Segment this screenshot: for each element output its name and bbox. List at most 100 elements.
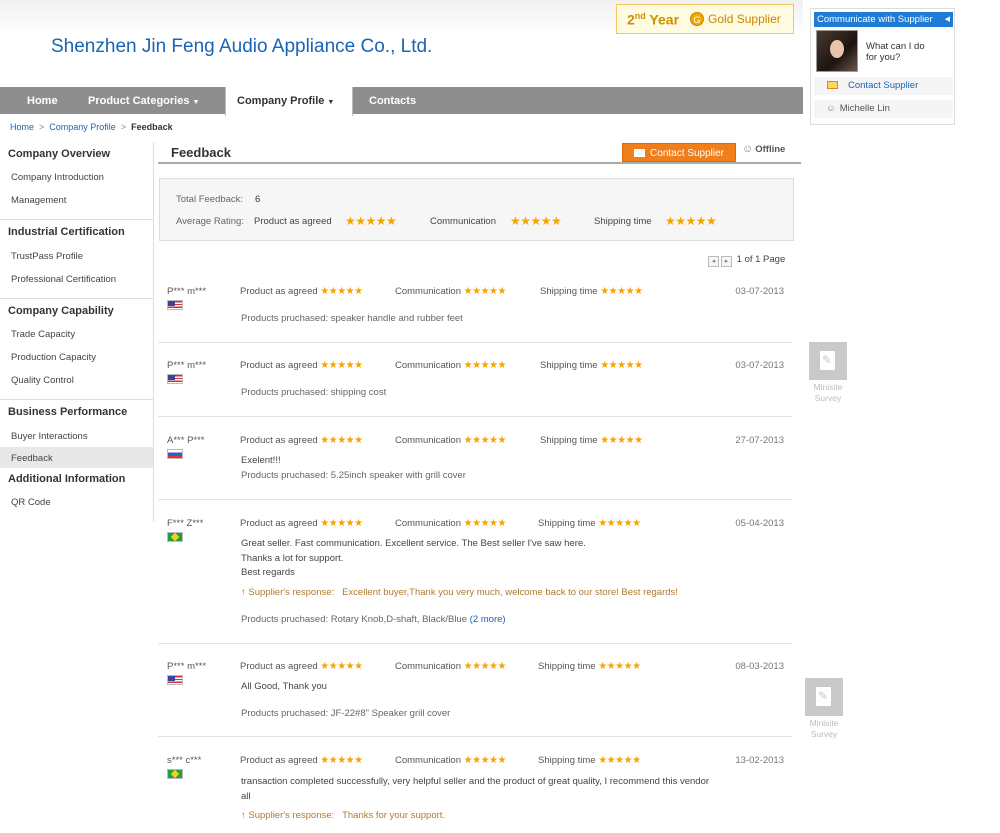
total-feedback-label: Total Feedback: xyxy=(176,194,244,205)
communication-rating-stars: ★★★★★ xyxy=(463,286,507,297)
shipping-time-label: Shipping time xyxy=(538,755,596,766)
supplier-response-label: Supplier's response: xyxy=(248,587,335,598)
communication-rating-stars: ★★★★★ xyxy=(463,755,507,766)
products-purchased: Products pruchased: Rotary Knob,D-shaft,… xyxy=(241,614,506,625)
minisite-survey-widget[interactable]: MinisiteSurvey xyxy=(808,342,848,404)
shipping-rating-stars: ★★★★★ xyxy=(600,435,643,446)
minisite-survey-widget[interactable]: MinisiteSurvey xyxy=(804,678,844,740)
contact-person[interactable]: ☺ Michelle Lin xyxy=(814,100,953,118)
chevron-down-icon: ▼ xyxy=(192,99,200,106)
sidebar-item-quality-control[interactable]: Quality Control xyxy=(11,375,74,386)
product-as-agreed-label: Product as agreed xyxy=(240,755,318,766)
sidebar-heading-business-performance[interactable]: Business Performance xyxy=(8,406,127,418)
review-text: All Good, Thank you xyxy=(241,681,327,692)
communicate-header[interactable]: Communicate with Supplier ◀ xyxy=(814,12,953,27)
collapse-arrow-icon: ◀ xyxy=(944,16,950,23)
page-indicator: 1 of 1 Page xyxy=(736,254,786,265)
review-item: P*** m*** Product as agreed ★★★★★ Commun… xyxy=(158,661,792,737)
product-rating-stars: ★★★★★ xyxy=(320,435,363,446)
nav-home[interactable]: Home xyxy=(27,87,58,114)
reviewer-name: F*** Z*** xyxy=(167,518,204,529)
shipping-time-label: Shipping time xyxy=(540,360,598,371)
shipping-rating-stars: ★★★★★ xyxy=(598,661,641,672)
supplier-response: ↑ Supplier's response: Thanks for your s… xyxy=(241,810,445,821)
supplier-response: ↑ Supplier's response: Excellent buyer,T… xyxy=(241,587,678,598)
survey-label: Minisite Survey xyxy=(813,382,843,403)
sidebar-item-professional-certification[interactable]: Professional Certification xyxy=(11,274,116,285)
breadcrumb-separator: > xyxy=(120,122,127,132)
product-rating-stars: ★★★★★ xyxy=(320,286,363,297)
sidebar-item-trustpass-profile[interactable]: TrustPass Profile xyxy=(11,251,83,262)
sidebar-heading-company-capability[interactable]: Company Capability xyxy=(8,305,114,317)
envelope-icon xyxy=(634,149,646,157)
products-purchased-text: Products pruchased: Rotary Knob,D-shaft,… xyxy=(241,614,468,625)
breadcrumb-home[interactable]: Home xyxy=(10,122,34,132)
communication-label: Communication xyxy=(395,435,461,446)
reviewer-name: A*** P*** xyxy=(167,435,205,446)
supplier-response-text: Excellent buyer,Thank you very much, wel… xyxy=(342,587,678,598)
sidebar-item-production-capacity[interactable]: Production Capacity xyxy=(11,352,96,363)
membership-years: 2nd Year xyxy=(627,10,680,28)
survey-icon xyxy=(805,678,843,716)
nav-product-categories[interactable]: Product Categories ▼ xyxy=(88,87,199,114)
breadcrumb-current: Feedback xyxy=(131,122,173,132)
sidebar-item-qr-code[interactable]: QR Code xyxy=(11,497,51,508)
product-rating-stars: ★★★★★ xyxy=(320,518,363,529)
sidebar-border xyxy=(153,142,154,522)
sidebar-item-feedback[interactable]: Feedback xyxy=(11,453,53,464)
sidebar-item-buyer-interactions[interactable]: Buyer Interactions xyxy=(11,431,88,442)
shipping-time-label: Shipping time xyxy=(540,286,598,297)
gold-supplier-badge[interactable]: 2nd Year G Gold Supplier xyxy=(616,4,794,34)
communication-label: Communication xyxy=(395,360,461,371)
nav-contacts[interactable]: Contacts xyxy=(369,87,416,114)
communication-label: Communication xyxy=(430,216,496,227)
flag-us-icon xyxy=(167,374,183,384)
communication-label: Communication xyxy=(395,286,461,297)
review-date: 13-02-2013 xyxy=(735,755,784,766)
review-date: 05-04-2013 xyxy=(735,518,784,529)
reviewer-name: P*** m*** xyxy=(167,360,207,371)
product-as-agreed-label: Product as agreed xyxy=(240,518,318,529)
sidebar-item-company-introduction[interactable]: Company Introduction xyxy=(11,172,104,183)
prev-page-button[interactable]: ◂ xyxy=(708,256,719,267)
breadcrumb-company-profile[interactable]: Company Profile xyxy=(49,122,116,132)
review-item: P*** m*** Product as agreed ★★★★★ Commun… xyxy=(158,360,792,417)
chevron-down-icon: ▼ xyxy=(327,99,335,106)
review-date: 03-07-2013 xyxy=(735,360,784,371)
feedback-summary: Total Feedback: 6 Average Rating: Produc… xyxy=(159,178,794,241)
review-text-line: Best regards xyxy=(241,567,295,578)
sidebar-item-management[interactable]: Management xyxy=(11,195,66,206)
supplier-response-label: Supplier's response: xyxy=(248,810,335,821)
review-text-line: Thanks a lot for support. xyxy=(241,552,344,564)
product-rating-stars: ★★★★★ xyxy=(320,360,363,371)
review-text: Exelent!!! xyxy=(241,455,281,466)
online-status[interactable]: ☺ Offline xyxy=(742,143,785,155)
average-rating-label: Average Rating: xyxy=(176,216,244,227)
communication-label: Communication xyxy=(395,661,461,672)
nav-company-profile[interactable]: Company Profile ▼ xyxy=(225,87,353,116)
products-purchased: Products pruchased: speaker handle and r… xyxy=(241,313,463,324)
sidebar-heading-company-overview[interactable]: Company Overview xyxy=(8,148,110,160)
communication-rating-stars: ★★★★★ xyxy=(463,518,507,529)
envelope-icon xyxy=(827,81,838,89)
communication-label: Communication xyxy=(395,755,461,766)
survey-label: Minisite Survey xyxy=(809,718,839,739)
flag-br-icon xyxy=(167,769,183,779)
communication-rating-stars: ★★★★★ xyxy=(463,661,507,672)
next-page-button[interactable]: ▸ xyxy=(721,256,732,267)
company-name[interactable]: Shenzhen Jin Feng Audio Appliance Co., L… xyxy=(51,36,432,58)
more-products-link[interactable]: (2 more) xyxy=(470,614,506,625)
contact-supplier-button[interactable]: Contact Supplier xyxy=(622,143,736,162)
page: Shenzhen Jin Feng Audio Appliance Co., L… xyxy=(0,0,1000,833)
sidebar-item-trade-capacity[interactable]: Trade Capacity xyxy=(11,329,75,340)
review-text-line: all xyxy=(241,790,251,802)
shipping-rating-stars: ★★★★★ xyxy=(600,360,643,371)
shipping-time-label: Shipping time xyxy=(538,518,596,529)
review-item: s*** c*** Product as agreed ★★★★★ Commun… xyxy=(158,755,792,833)
products-purchased: Products pruchased: JF-22#8" Speaker gri… xyxy=(241,708,451,719)
product-as-agreed-label: Product as agreed xyxy=(240,286,318,297)
sidebar-heading-additional-information[interactable]: Additional Information xyxy=(8,473,125,485)
communication-rating-stars: ★★★★★ xyxy=(463,435,507,446)
sidebar-heading-industrial-certification[interactable]: Industrial Certification xyxy=(8,226,125,238)
panel-contact-supplier-link[interactable]: Contact Supplier xyxy=(814,77,953,95)
